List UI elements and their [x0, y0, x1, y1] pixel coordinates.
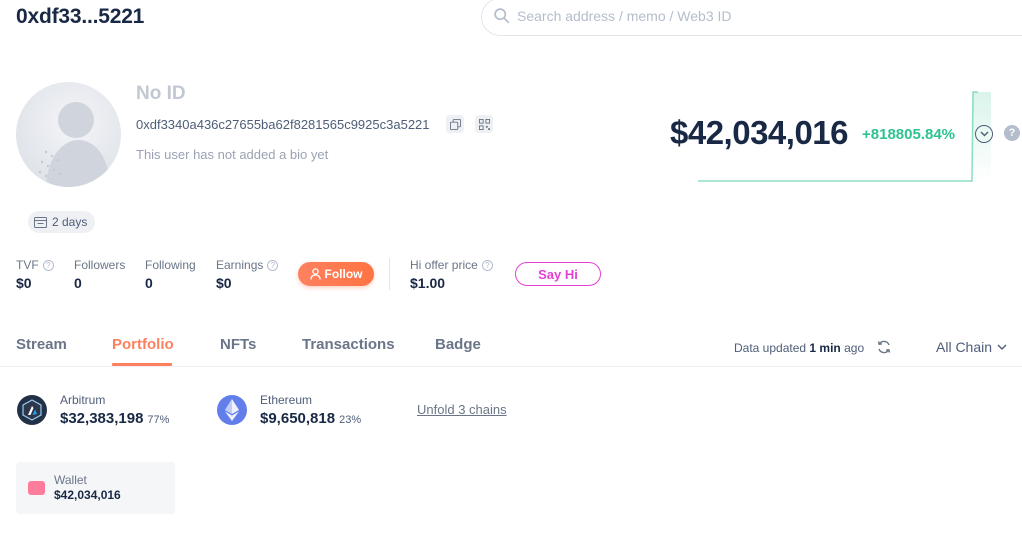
help-icon[interactable]: ?	[267, 259, 279, 271]
chain-select[interactable]: All Chain	[936, 339, 1007, 355]
profile-name: No ID	[136, 83, 186, 104]
stat-tvf: TVF? $0	[16, 258, 54, 291]
chain-value: $9,650,818	[260, 410, 336, 427]
hi-offer-price: Hi offer price? $1.00	[410, 258, 493, 291]
follow-button[interactable]: Follow	[298, 262, 374, 286]
account-age-badge: 2 days	[28, 211, 96, 233]
net-worth-value: $42,034,016	[670, 114, 849, 151]
chevron-down-icon	[997, 344, 1007, 350]
tab-stream[interactable]: Stream	[16, 336, 67, 353]
follow-label: Follow	[324, 267, 363, 281]
chain-arbitrum[interactable]: Arbitrum $32,383,198 77%	[60, 393, 169, 427]
chain-percent: 23%	[339, 414, 362, 426]
tab-portfolio[interactable]: Portfolio	[112, 336, 174, 353]
help-icon[interactable]: ?	[481, 259, 493, 271]
copy-icon	[449, 118, 461, 130]
chevron-down-icon	[980, 131, 988, 137]
avatar	[16, 82, 121, 187]
wallet-label: Wallet	[54, 473, 87, 487]
search-input[interactable]	[517, 6, 937, 26]
offer-value: $1.00	[410, 275, 446, 291]
expand-chart-button[interactable]	[975, 125, 993, 143]
calendar-icon	[34, 217, 47, 228]
say-hi-button[interactable]: Say Hi	[515, 262, 601, 286]
chain-value: $32,383,198	[60, 410, 144, 427]
help-icon[interactable]: ?	[42, 259, 54, 271]
offer-label: Hi offer price	[410, 258, 478, 272]
qr-code-icon	[478, 118, 490, 130]
stat-value: 0	[74, 275, 82, 291]
stat-value: $0	[16, 275, 32, 291]
stat-value: $0	[216, 275, 232, 291]
stat-value: 0	[145, 275, 153, 291]
chain-percent: 77%	[147, 414, 170, 426]
user-add-icon	[309, 268, 321, 280]
tab-badge[interactable]: Badge	[435, 336, 481, 353]
chain-name: Arbitrum	[60, 393, 106, 407]
data-updated-text: Data updated 1 min ago	[734, 341, 865, 355]
account-age: 2 days	[52, 215, 88, 229]
divider	[389, 258, 390, 290]
stat-label: TVF	[16, 258, 39, 272]
stat-label: Followers	[74, 258, 126, 272]
wallet-value: $42,034,016	[54, 488, 121, 502]
arbitrum-icon	[17, 395, 47, 425]
copy-address-button[interactable]	[446, 115, 464, 133]
chain-ethereum[interactable]: Ethereum $9,650,818 23%	[260, 393, 361, 427]
net-worth-change: +818805.84%	[862, 126, 956, 143]
unfold-chains-link[interactable]: Unfold 3 chains	[417, 402, 507, 417]
tabs-divider	[0, 366, 1022, 367]
stat-followers[interactable]: Followers 0	[74, 258, 125, 291]
qr-code-button[interactable]	[475, 115, 493, 133]
search-icon	[494, 8, 510, 24]
stat-earnings: Earnings? $0	[216, 258, 279, 291]
tab-nfts[interactable]: NFTs	[220, 336, 256, 353]
wallet-icon	[28, 481, 45, 495]
bio-text: This user has not added a bio yet	[136, 147, 329, 162]
stat-label: Earnings	[216, 258, 264, 272]
ethereum-icon	[217, 395, 247, 425]
stat-label: Following	[145, 258, 196, 272]
chain-select-value: All Chain	[936, 339, 993, 355]
help-icon[interactable]: ?	[1004, 125, 1020, 141]
tab-transactions[interactable]: Transactions	[302, 336, 395, 353]
stat-following[interactable]: Following 0	[145, 258, 196, 291]
page-title: 0xdf33...5221	[16, 5, 145, 28]
chain-name: Ethereum	[260, 393, 313, 407]
refresh-icon[interactable]	[876, 339, 892, 355]
wallet-address: 0xdf3340a436c27655ba62f8281565c9925c3a52…	[136, 117, 430, 132]
